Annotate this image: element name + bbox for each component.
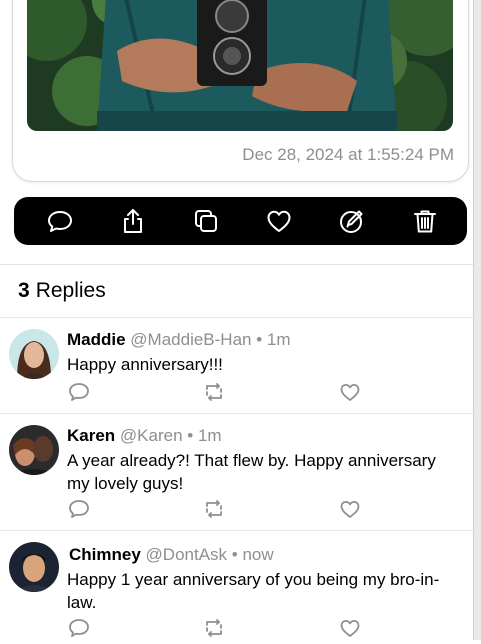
replies-header: 3 Replies (18, 279, 106, 303)
avatar[interactable] (9, 542, 59, 592)
photo-image (27, 0, 453, 131)
repost-icon (206, 619, 222, 637)
post-action-toolbar (14, 197, 467, 245)
repost-button[interactable] (203, 617, 225, 639)
reply-text: Happy anniversary!!! (67, 355, 223, 374)
reply-time: 1m (197, 426, 222, 445)
author-name[interactable]: Karen (67, 426, 115, 445)
reply-header: Karen @Karen • 1m (67, 426, 222, 446)
edit-icon (340, 210, 363, 233)
comment-icon (69, 619, 89, 637)
separator-dot: • (187, 426, 194, 445)
like-button[interactable] (339, 381, 361, 403)
edit-button[interactable] (328, 197, 376, 245)
reply-header: Chimney @DontAsk • now (69, 545, 274, 565)
reply-header: Maddie @MaddieB-Han • 1m (67, 330, 291, 350)
reply-text: A year already?! That flew by. Happy ann… (67, 451, 436, 493)
share-button[interactable] (109, 197, 157, 245)
author-handle[interactable]: @Karen (120, 426, 183, 445)
reply-button[interactable] (36, 197, 84, 245)
repost-button[interactable] (203, 381, 225, 403)
comment-icon (69, 383, 89, 401)
reply-comment-button[interactable] (68, 617, 90, 639)
copy-icon (195, 210, 217, 232)
avatar[interactable] (9, 329, 59, 379)
like-button[interactable] (339, 617, 361, 639)
author-name[interactable]: Chimney (69, 545, 141, 564)
post-photo[interactable] (27, 0, 453, 131)
reply-comment-button[interactable] (68, 498, 90, 520)
avatar[interactable] (9, 425, 59, 475)
replies-label: Replies (35, 279, 106, 302)
heart-icon (340, 384, 360, 401)
repost-icon (206, 383, 222, 401)
separator-dot: • (231, 545, 238, 564)
repost-icon (206, 500, 222, 518)
section-divider (0, 264, 473, 265)
scroll-edge-line (473, 0, 474, 640)
heart-icon (340, 620, 360, 637)
reply-item[interactable]: Maddie @MaddieB-Han • 1m Happy anniversa… (0, 318, 473, 413)
repost-button[interactable] (203, 498, 225, 520)
author-handle[interactable]: @DontAsk (146, 545, 228, 564)
delete-button[interactable] (401, 197, 449, 245)
reply-time: now (242, 545, 274, 564)
trash-icon (414, 210, 436, 233)
post-timestamp: Dec 28, 2024 at 1:55:24 PM (242, 145, 454, 164)
share-icon (124, 209, 142, 233)
like-button[interactable] (255, 197, 303, 245)
reply-item[interactable]: Karen @Karen • 1m A year already?! That … (0, 414, 473, 530)
post-card: Dec 28, 2024 at 1:55:24 PM (12, 0, 469, 182)
reply-item[interactable]: Chimney @DontAsk • now Happy 1 year anni… (0, 531, 473, 640)
author-name[interactable]: Maddie (67, 330, 126, 349)
reply-icon (48, 211, 72, 232)
reply-text: Happy 1 year anniversary of you being my… (67, 570, 440, 612)
reply-time: 1m (266, 330, 291, 349)
separator-dot: • (256, 330, 263, 349)
author-handle[interactable]: @MaddieB-Han (130, 330, 251, 349)
comment-icon (69, 500, 89, 518)
heart-icon (267, 210, 291, 232)
heart-icon (340, 501, 360, 518)
like-button[interactable] (339, 498, 361, 520)
copy-button[interactable] (182, 197, 230, 245)
reply-comment-button[interactable] (68, 381, 90, 403)
replies-count: 3 (18, 279, 30, 302)
scroll-edge (473, 0, 481, 640)
